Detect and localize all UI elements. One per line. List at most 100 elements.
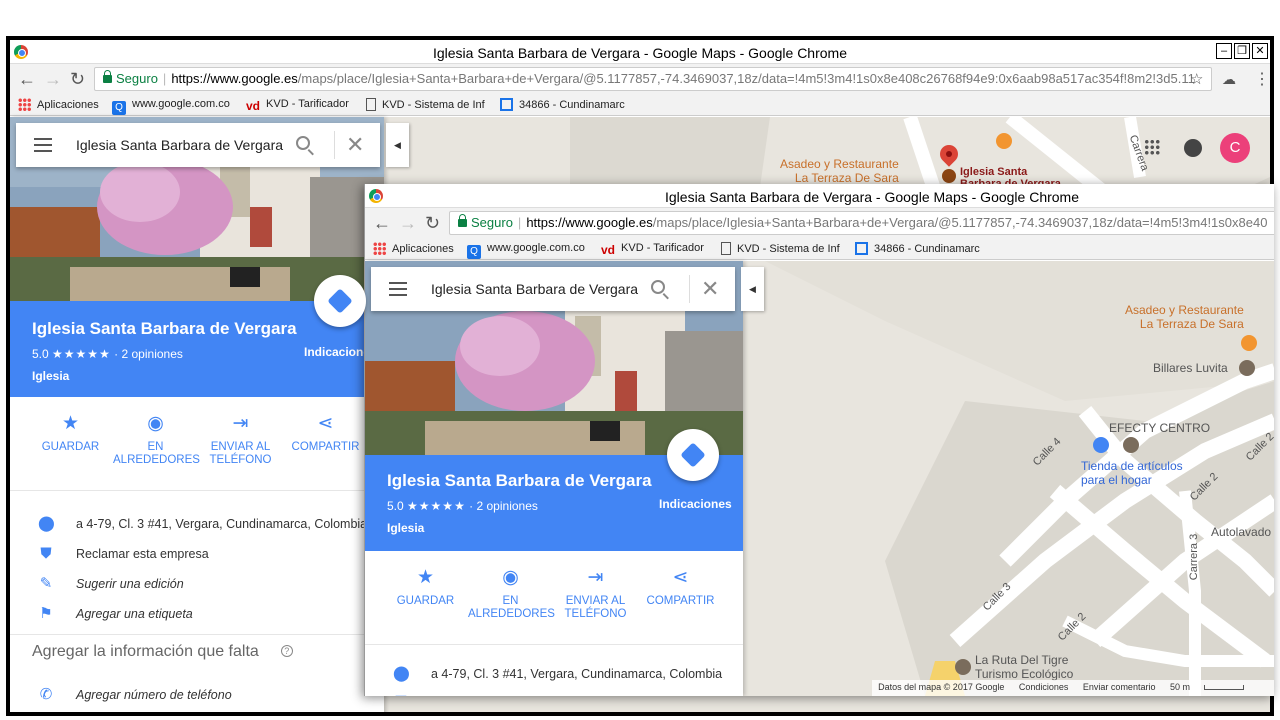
save-button[interactable]: ★ GUARDAR [383,567,468,608]
place-panel: Iglesia Santa Barbara de Vergara 5.0 ★★★… [365,261,743,696]
restore-button[interactable]: ❐ [1234,43,1250,59]
food-poi-icon[interactable] [996,133,1012,149]
send-to-phone-button[interactable]: ⇥ ENVIAR AL TELÉFONO [198,413,283,467]
document-icon [366,98,376,111]
extension-icon[interactable]: ☁ [1222,71,1236,88]
map-footer: Datos del mapa © 2017 Google Condiciones… [872,680,1274,696]
forward-arrow-icon[interactable]: → [399,213,417,234]
clear-search-icon[interactable]: ✕ [346,132,364,158]
shop-poi-icon[interactable] [1093,437,1109,453]
add-label-row[interactable]: ⚑ Agregar una etiqueta [10,602,384,628]
claim-business-row[interactable]: ⛊Reclamar esta empresa [10,542,384,568]
bookmark-cundinamarca[interactable]: 34866 - Cundinamarc [500,98,625,111]
minimize-button[interactable]: – [1216,43,1232,59]
directions-label[interactable]: Indicaciones [659,497,732,511]
bookmark-kvd-tarificador[interactable]: vd KVD - Tarificador [601,242,704,257]
menu-hamburger-icon[interactable] [389,282,407,296]
terms-link[interactable]: Condiciones [1019,682,1069,692]
bookmark-star-icon[interactable]: ☆ [1190,70,1203,88]
url-domain: https://www.google.es [171,71,298,86]
search-icon[interactable] [296,136,310,150]
window-title: Iglesia Santa Barbara de Vergara - Googl… [665,189,1080,205]
feedback-link[interactable]: Enviar comentario [1083,682,1156,692]
help-icon[interactable]: ? [280,645,293,657]
suggest-edit-row[interactable]: ✎ Sugerir una edición [10,572,384,598]
address-bar[interactable]: Seguro | https://www.google.es/maps/place/… [449,211,1274,235]
poi-ruta-tigre[interactable]: La Ruta Del Tigre Turismo Ecológico [975,653,1073,681]
apps-icon [18,98,31,111]
food-poi-icon[interactable] [1241,335,1257,351]
star-icon: ★ [416,567,435,588]
bookmark-google[interactable]: Qwww.google.com.co [112,98,230,115]
send-to-phone-button[interactable]: ⇥ ENVIAR AL TELÉFONO [553,567,638,621]
place-rating[interactable]: 5.0 ★★★★★ · 2 opiniones [32,347,183,361]
share-button[interactable]: ⋖ COMPARTIR [638,567,723,608]
nearby-button[interactable]: ◉ EN ALREDEDORES [113,413,200,467]
collapse-panel-button[interactable]: ◀ [386,123,409,167]
bookmark-kvd-tarificador[interactable]: vd KVD - Tarificador [246,98,349,113]
place-rating[interactable]: 5.0 ★★★★★ · 2 opiniones [387,499,538,513]
poi-ruta-icon[interactable] [955,659,971,675]
search-input[interactable]: Iglesia Santa Barbara de Vergara [76,137,283,153]
avatar[interactable]: C [1220,133,1250,163]
add-phone-row[interactable]: ✆ Agregar número de teléfono [10,683,384,709]
nearby-button[interactable]: ◉ EN ALREDEDORES [468,567,555,621]
clear-search-icon[interactable]: ✕ [701,276,719,302]
chrome-logo-icon [369,189,383,203]
slide: Iglesia Santa Barbara de Vergara - Googl… [0,0,1280,720]
share-button[interactable]: ⋖ COMPARTIR [283,413,368,454]
bookmark-apps[interactable]: Aplicaciones [18,98,99,111]
url-path: /maps/place/Iglesia+Santa+Barbara+de+Ver… [297,71,1195,86]
forward-arrow-icon[interactable]: → [44,69,62,90]
efecty-poi-icon[interactable] [1123,437,1139,453]
location-pin-icon: ⬤ [38,515,55,532]
address-row[interactable]: ⬤ a 4-79, Cl. 3 #41, Vergara, Cundinamarc… [10,512,384,538]
street-carrera-3: Carrera 3 [1188,533,1201,581]
address-row[interactable]: ⬤ a 4-79, Cl. 3 #41, Vergara, Cundinamarc… [365,662,743,688]
address-bar[interactable]: Seguro | https://www.google.es/maps/place/… [94,67,1212,91]
bookmark-cundinamarca[interactable]: 34866 - Cundinamarc [855,242,980,255]
bookmark-kvd-sistema[interactable]: KVD - Sistema de Inf [366,98,485,111]
search-input[interactable]: Iglesia Santa Barbara de Vergara [431,281,638,297]
back-arrow-icon[interactable]: ← [373,213,391,234]
bookmark-google[interactable]: Qwww.google.com.co [467,242,585,259]
lock-icon [103,70,112,83]
collapse-panel-button[interactable]: ◀ [741,267,764,311]
bookmark-apps[interactable]: Aplicaciones [373,242,454,255]
title-bar: Iglesia Santa Barbara de Vergara - Googl… [365,184,1274,208]
close-window-button[interactable]: ✕ [1252,43,1268,59]
review-count: · 2 opiniones [469,499,538,513]
save-button[interactable]: ★ GUARDAR [28,413,113,454]
google-apps-icon[interactable] [1144,139,1160,155]
url-path: /maps/place/Iglesia+Santa+Barbara+de+Ver… [652,215,1268,230]
poi-tienda[interactable]: Tienda de artículos para el hogar [1081,459,1183,487]
place-actions: ★ GUARDAR ◉ EN ALREDEDORES ⇥ ENVIAR AL TELÉFO… [10,413,384,491]
search-divider [689,275,690,303]
send-to-phone-icon: ⇥ [587,567,604,588]
poi-restaurant[interactable]: Asadeo y Restaurante La Terraza De Sara [1125,303,1244,331]
menu-dots-icon[interactable]: ⋮ [1254,69,1270,89]
rating-value: 5.0 [32,347,49,361]
church-poi-icon[interactable] [942,169,956,183]
place-category[interactable]: Iglesia [32,369,69,383]
place-category[interactable]: Iglesia [387,521,424,535]
claim-business-row[interactable]: ⛊Reclamar esta empresa [365,690,743,697]
directions-button[interactable] [667,429,719,481]
menu-hamburger-icon[interactable] [34,138,52,152]
poi-billares-icon[interactable] [1239,360,1255,376]
search-icon[interactable] [651,280,665,294]
poi-restaurant[interactable]: Asadeo y Restaurante La Terraza De Sara [780,157,899,185]
calendar-icon [500,98,513,111]
directions-button[interactable] [314,275,366,327]
notifications-icon[interactable] [1184,139,1202,157]
section-divider [10,634,384,635]
reload-icon[interactable]: ↻ [425,213,440,234]
poi-efecty[interactable]: EFECTY CENTRO [1109,421,1210,435]
poi-autolavado[interactable]: Autolavado [1211,525,1271,539]
flag-icon: ⚑ [39,605,53,622]
bookmark-kvd-sistema[interactable]: KVD - Sistema de Inf [721,242,840,255]
share-icon: ⋖ [317,413,334,434]
poi-billares[interactable]: Billares Luvita [1153,361,1228,375]
reload-icon[interactable]: ↻ [70,69,85,90]
back-arrow-icon[interactable]: ← [18,69,36,90]
